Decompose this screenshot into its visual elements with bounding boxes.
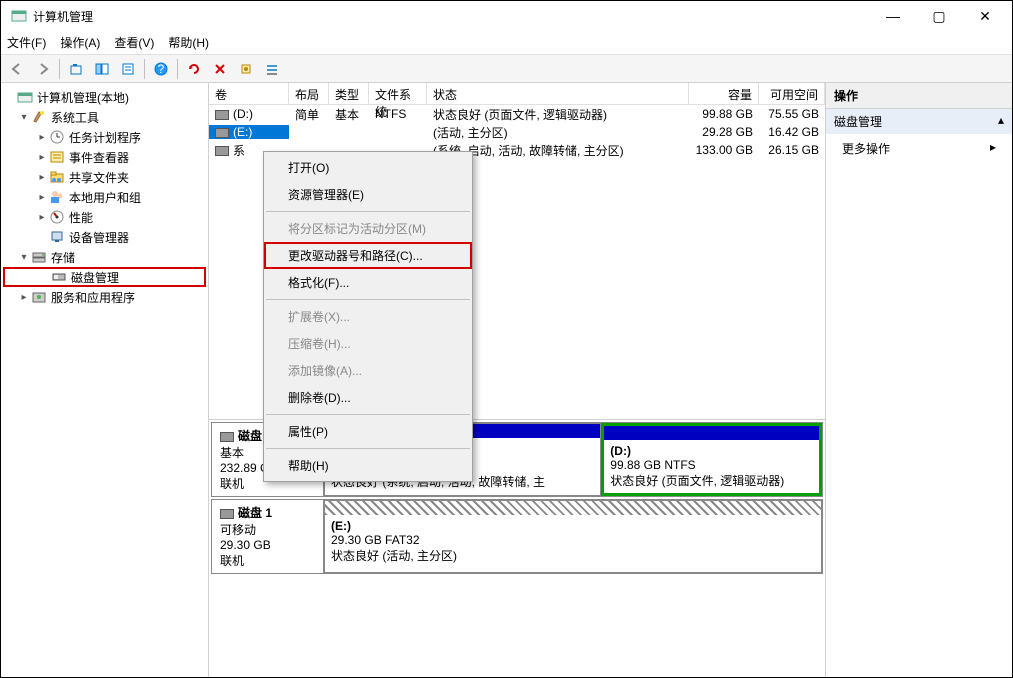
ctx-explorer[interactable]: 资源管理器(E) [264,181,472,208]
more-actions[interactable]: 更多操作▸ [826,134,1012,163]
show-hide-button[interactable] [90,58,114,80]
ctx-help[interactable]: 帮助(H) [264,452,472,479]
menubar: 文件(F) 操作(A) 查看(V) 帮助(H) [1,31,1012,55]
actions-header: 操作 [826,83,1012,109]
ctx-props[interactable]: 属性(P) [264,418,472,445]
partition[interactable]: (D:)99.88 GB NTFS状态良好 (页面文件, 逻辑驱动器) [601,423,822,496]
tree-shared-folders[interactable]: ▸共享文件夹 [3,167,206,187]
col-capacity[interactable]: 容量 [689,83,759,104]
app-icon [11,8,27,24]
chevron-right-icon: ▸ [990,140,996,157]
menu-file[interactable]: 文件(F) [7,34,46,51]
tree-pane: 计算机管理(本地) ▾系统工具 ▸任务计划程序 ▸事件查看器 ▸共享文件夹 ▸本… [1,83,209,677]
menu-help[interactable]: 帮助(H) [168,34,209,51]
col-layout[interactable]: 布局 [289,83,329,104]
back-button[interactable] [5,58,29,80]
tree-device-manager[interactable]: 设备管理器 [3,227,206,247]
minimize-button[interactable]: — [870,1,916,31]
toolbar: ? [1,55,1012,83]
ctx-format[interactable]: 格式化(F)... [264,269,472,296]
tree-root[interactable]: 计算机管理(本地) [3,87,206,107]
tree-local-users[interactable]: ▸本地用户和组 [3,187,206,207]
volume-header: 卷 布局 类型 文件系统 状态 容量 可用空间 [209,83,825,105]
refresh-icon[interactable] [182,58,206,80]
tree-storage[interactable]: ▾存储 [3,247,206,267]
list-icon[interactable] [260,58,284,80]
props-button[interactable] [116,58,140,80]
ctx-mirror: 添加镜像(A)... [264,357,472,384]
ctx-open[interactable]: 打开(O) [264,154,472,181]
collapse-icon: ▴ [998,113,1004,130]
tree-services-apps[interactable]: ▸服务和应用程序 [3,287,206,307]
context-menu: 打开(O) 资源管理器(E) 将分区标记为活动分区(M) 更改驱动器号和路径(C… [263,151,473,482]
actions-pane: 操作 磁盘管理▴ 更多操作▸ [826,83,1012,677]
col-free[interactable]: 可用空间 [759,83,825,104]
tree-event-viewer[interactable]: ▸事件查看器 [3,147,206,167]
volume-row[interactable]: (D:)简单基本NTFS状态良好 (页面文件, 逻辑驱动器)99.88 GB75… [209,105,825,123]
menu-action[interactable]: 操作(A) [60,34,100,51]
ctx-change-letter[interactable]: 更改驱动器号和路径(C)... [264,242,472,269]
maximize-button[interactable]: ▢ [916,1,962,31]
help-icon[interactable]: ? [149,58,173,80]
col-type[interactable]: 类型 [329,83,369,104]
tree-performance[interactable]: ▸性能 [3,207,206,227]
volume-row[interactable]: (E:)(活动, 主分区)29.28 GB16.42 GB [209,123,825,141]
col-volume[interactable]: 卷 [209,83,289,104]
disk-row: 磁盘 1可移动29.30 GB联机 (E:)29.30 GB FAT32状态良好… [211,499,823,574]
forward-button[interactable] [31,58,55,80]
actions-section[interactable]: 磁盘管理▴ [826,109,1012,134]
settings-icon[interactable] [234,58,258,80]
tree-system-tools[interactable]: ▾系统工具 [3,107,206,127]
menu-view[interactable]: 查看(V) [114,34,154,51]
tree-task-scheduler[interactable]: ▸任务计划程序 [3,127,206,147]
ctx-mark-active: 将分区标记为活动分区(M) [264,215,472,242]
delete-icon[interactable] [208,58,232,80]
close-button[interactable]: ✕ [962,1,1008,31]
ctx-extend: 扩展卷(X)... [264,303,472,330]
window-title: 计算机管理 [33,8,870,25]
svg-text:?: ? [158,62,165,76]
tree-disk-management[interactable]: 磁盘管理 [3,267,206,287]
ctx-shrink: 压缩卷(H)... [264,330,472,357]
titlebar: 计算机管理 — ▢ ✕ [1,1,1012,31]
col-status[interactable]: 状态 [427,83,689,104]
col-fs[interactable]: 文件系统 [369,83,427,104]
partition[interactable]: (E:)29.30 GB FAT32状态良好 (活动, 主分区) [324,500,822,573]
ctx-delete[interactable]: 删除卷(D)... [264,384,472,411]
up-button[interactable] [64,58,88,80]
